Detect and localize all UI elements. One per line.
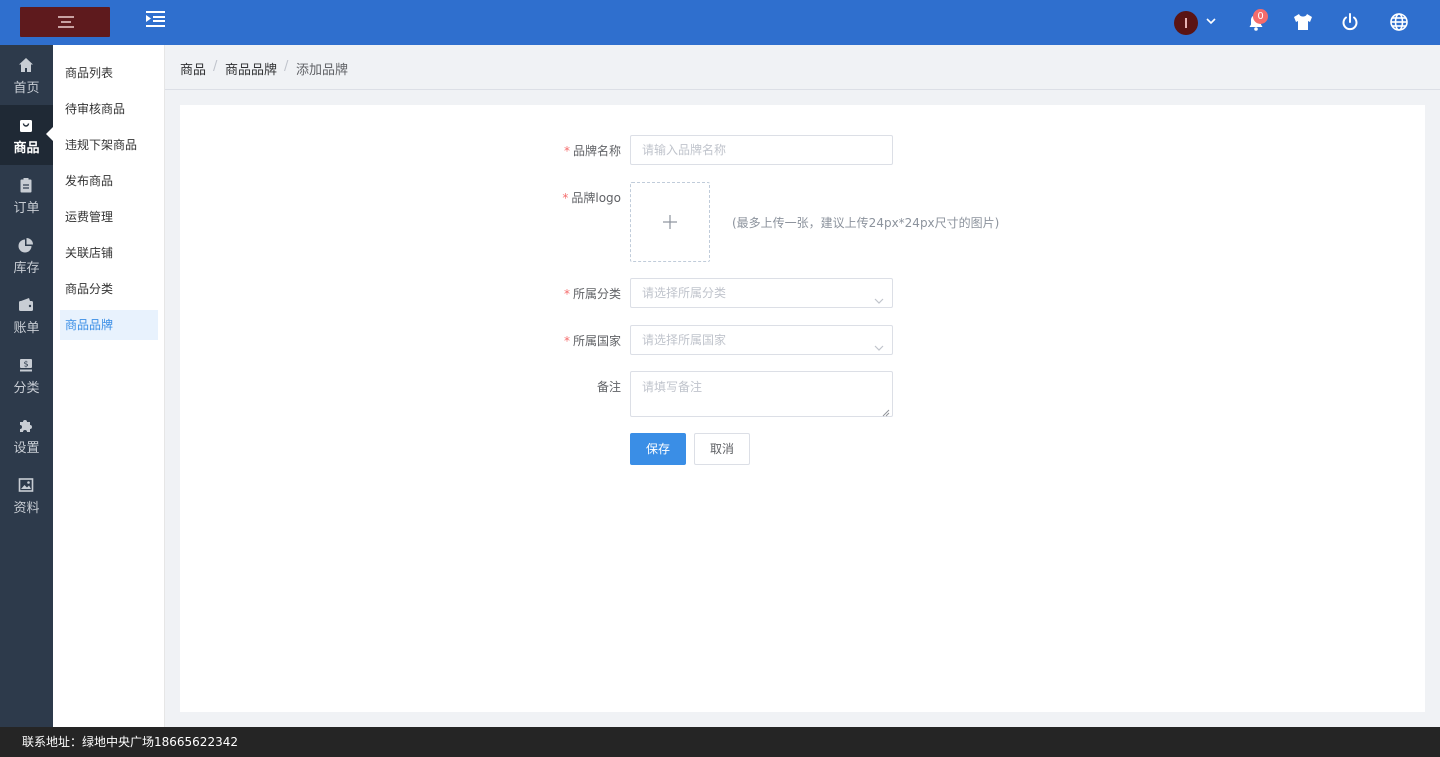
power-icon[interactable]: [1339, 11, 1361, 33]
sub-item-shipping[interactable]: 运费管理: [60, 202, 158, 232]
breadcrumb: 商品 / 商品品牌 / 添加品牌: [165, 45, 1440, 90]
cancel-button[interactable]: 取消: [694, 433, 750, 465]
nav-label: 资料: [13, 501, 40, 516]
image-icon: [18, 477, 34, 493]
pie-chart-icon: [18, 237, 34, 253]
money-icon: $: [18, 357, 34, 373]
nav-item-settings[interactable]: 设置: [0, 405, 53, 465]
logo-upload-hint: (最多上传一张，建议上传24px*24px尺寸的图片): [732, 216, 1000, 230]
top-header: 0: [0, 0, 1440, 45]
brand-logo-label: * 品牌logo: [562, 191, 621, 205]
brand-name-label: * 品牌名称: [563, 144, 621, 158]
footer-contact: 联系地址：绿地中央广场18665622342: [0, 727, 1440, 757]
nav-item-inventory[interactable]: 库存: [0, 225, 53, 285]
nav-item-orders[interactable]: 订单: [0, 165, 53, 225]
nav-label: 商品: [13, 141, 40, 156]
home-icon: [18, 57, 34, 73]
breadcrumb-separator: /: [213, 59, 218, 74]
category-placeholder: 请选择所属分类: [642, 286, 727, 300]
main-sidebar: 首页 商品 订单 库存 账单 $ 分类 设置 资料: [0, 45, 53, 727]
country-placeholder: 请选择所属国家: [642, 333, 727, 347]
category-label: * 所属分类: [563, 287, 621, 301]
breadcrumb-separator: /: [284, 59, 289, 74]
country-select[interactable]: 请选择所属国家: [630, 325, 893, 355]
nav-item-home[interactable]: 首页: [0, 45, 53, 105]
resize-handle-icon[interactable]: [882, 406, 890, 417]
category-select[interactable]: 请选择所属分类: [630, 278, 893, 308]
nav-label: 订单: [13, 201, 40, 216]
nav-label: 账单: [13, 321, 40, 336]
chevron-down-icon[interactable]: [1204, 14, 1218, 28]
sub-item-goods-category[interactable]: 商品分类: [60, 274, 158, 304]
nav-item-category[interactable]: $ 分类: [0, 345, 53, 405]
sub-item-publish-goods[interactable]: 发布商品: [60, 166, 158, 196]
brand-logo[interactable]: [20, 7, 110, 37]
nav-label: 库存: [13, 261, 40, 276]
add-brand-form: * 品牌名称 请输入品牌名称 * 品牌logo (最多上传一张，建议上传24px*2…: [180, 105, 1425, 712]
nav-label: 分类: [13, 381, 40, 396]
breadcrumb-goods[interactable]: 商品: [180, 59, 206, 78]
notification-badge: 0: [1253, 9, 1268, 24]
country-label: * 所属国家: [563, 334, 621, 348]
remark-placeholder: 请填写备注: [642, 380, 703, 394]
globe-icon[interactable]: [1388, 11, 1410, 33]
nav-item-goods[interactable]: 商品: [0, 105, 53, 165]
chevron-down-icon: [874, 288, 884, 304]
user-avatar[interactable]: [1174, 11, 1198, 35]
sub-sidebar: 商品列表 待审核商品 违规下架商品 发布商品 运费管理 关联店铺 商品分类 商品…: [53, 45, 165, 727]
clipboard-icon: [18, 177, 34, 193]
wallet-icon: [18, 297, 34, 313]
sub-item-pending-review[interactable]: 待审核商品: [60, 94, 158, 124]
svg-text:$: $: [23, 360, 28, 369]
remark-label: 备注: [596, 380, 621, 394]
sub-item-goods-list[interactable]: 商品列表: [60, 58, 158, 88]
plus-icon: [663, 215, 677, 229]
breadcrumb-brand[interactable]: 商品品牌: [225, 59, 277, 78]
nav-item-bills[interactable]: 账单: [0, 285, 53, 345]
sub-item-goods-brand[interactable]: 商品品牌: [60, 310, 158, 340]
brand-name-input[interactable]: 请输入品牌名称: [630, 135, 893, 165]
breadcrumb-current: 添加品牌: [296, 63, 349, 78]
puzzle-icon: [18, 417, 34, 433]
nav-item-profile[interactable]: 资料: [0, 465, 53, 525]
logo-upload[interactable]: [630, 182, 710, 262]
sub-item-violation-removed[interactable]: 违规下架商品: [60, 130, 158, 160]
save-button[interactable]: 保存: [630, 433, 686, 465]
nav-label: 设置: [13, 441, 40, 456]
sub-item-linked-shops[interactable]: 关联店铺: [60, 238, 158, 268]
nav-label: 首页: [13, 81, 40, 96]
shopping-bag-icon: [18, 117, 34, 133]
menu-toggle-icon[interactable]: [146, 10, 166, 28]
chevron-down-icon: [874, 335, 884, 351]
shirt-icon[interactable]: [1292, 11, 1314, 33]
remark-textarea[interactable]: 请填写备注: [630, 371, 893, 417]
